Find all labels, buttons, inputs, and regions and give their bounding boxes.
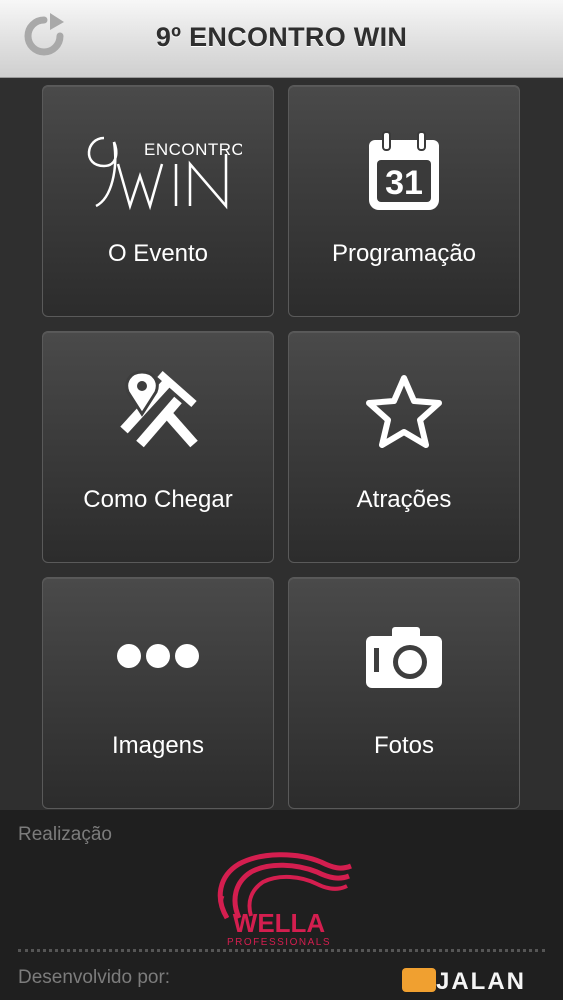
- menu-tile-o-evento[interactable]: ENCONTRO O Evento: [42, 85, 274, 317]
- menu-tile-programacao[interactable]: 31 Programação: [288, 85, 520, 317]
- encontro-win-logo: ENCONTRO: [87, 136, 242, 211]
- tile-label: O Evento: [107, 240, 209, 267]
- realizacao-label: Realização: [18, 824, 112, 845]
- more-dots-icon: [117, 644, 199, 668]
- wella-wordmark: WELLA: [233, 908, 326, 938]
- menu-tile-atracoes[interactable]: Atrações: [288, 331, 520, 563]
- camera-icon: [366, 627, 442, 688]
- menu-tile-imagens[interactable]: Imagens: [42, 577, 274, 809]
- tile-label: Imagens: [111, 732, 205, 759]
- calendar-day: 31: [385, 164, 423, 202]
- menu-tile-como-chegar[interactable]: Como Chegar: [42, 331, 274, 563]
- footer: Realização WELLA PROFESSIONALS Desenvolv…: [0, 810, 563, 1000]
- footer-divider: [18, 949, 545, 952]
- star-icon: [366, 375, 442, 448]
- wella-subtitle: PROFESSIONALS: [227, 937, 331, 948]
- logo-small-text: ENCONTRO: [144, 140, 242, 159]
- map-directions-icon: [120, 370, 198, 448]
- menu-tile-fotos[interactable]: Fotos: [288, 577, 520, 809]
- page-title: 9º ENCONTRO WIN: [155, 22, 408, 52]
- jalan-logo: JALAN: [402, 968, 526, 995]
- calendar-icon: 31: [369, 131, 439, 210]
- tile-label: Fotos: [373, 732, 435, 759]
- app-screen: 9º ENCONTRO WIN ENCONTRO O Evento 31 Pro…: [0, 0, 563, 1000]
- jalan-wordmark: JALAN: [436, 968, 526, 995]
- developer-label: Desenvolvido por:: [18, 967, 171, 988]
- tile-label: Programação: [331, 240, 477, 267]
- wella-logo: WELLA PROFESSIONALS: [217, 852, 352, 948]
- tile-label: Como Chegar: [83, 486, 233, 513]
- header-bar: 9º ENCONTRO WIN: [0, 0, 563, 78]
- tile-label: Atrações: [356, 486, 452, 513]
- menu-grid: ENCONTRO O Evento 31 Programação Como Ch…: [0, 78, 563, 810]
